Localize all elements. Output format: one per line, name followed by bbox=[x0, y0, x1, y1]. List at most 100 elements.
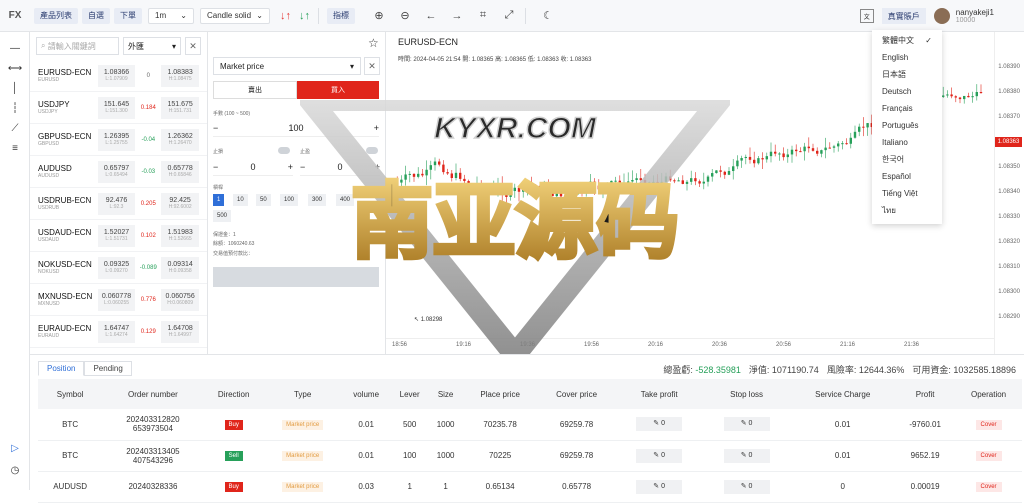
take-profit-stepper[interactable]: − 0 + bbox=[300, 158, 380, 176]
dark-mode-icon[interactable]: ☾ bbox=[540, 8, 556, 24]
search-input[interactable]: ⌕ 請輸入關鍵詞 bbox=[36, 37, 119, 55]
list-item[interactable]: USDJPY USDJPY 151.645 L:151.300 0.184 151.675… bbox=[30, 92, 207, 124]
horizontal-line-icon[interactable]: — bbox=[0, 38, 30, 58]
zoom-in-icon[interactable]: ⊕ bbox=[371, 8, 387, 24]
bid-box[interactable]: 1.08366 L:1.07909 bbox=[97, 64, 136, 87]
list-item[interactable]: GBPUSD-ECN GBPUSD 1.26395 L:1.25755 -0.04 1.2… bbox=[30, 124, 207, 156]
list-item[interactable]: EURAUD-ECN EURAUD 1.64747 L:1.64274 0.129 1.6… bbox=[30, 316, 207, 348]
stop-loss-edit-button[interactable]: ✎ 0 bbox=[723, 448, 770, 463]
bid-box[interactable]: 151.645 L:151.300 bbox=[97, 96, 136, 119]
language-option[interactable]: Deutsch bbox=[872, 83, 942, 100]
lots-stepper[interactable]: − 100 + bbox=[213, 119, 379, 137]
bid-box[interactable]: 0.65797 L:0.65494 bbox=[97, 160, 136, 183]
horizontal-ray-icon[interactable]: ⟷ bbox=[0, 58, 30, 78]
language-option[interactable]: Français bbox=[872, 100, 942, 117]
category-select[interactable]: 外匯 ▾ bbox=[123, 37, 181, 55]
buy-arrows-icon[interactable]: ↓↑ bbox=[299, 10, 310, 22]
favorite-star-icon[interactable]: ☆ bbox=[368, 36, 379, 50]
bid-box[interactable]: 1.64747 L:1.64274 bbox=[97, 320, 136, 343]
language-option[interactable]: Português bbox=[872, 117, 942, 134]
stop-loss-edit-button[interactable]: ✎ 0 bbox=[723, 417, 770, 432]
vertical-line-icon[interactable]: │ bbox=[0, 78, 30, 98]
clear-icon[interactable]: ✕ bbox=[185, 37, 201, 55]
leverage-option[interactable]: 400 bbox=[336, 194, 355, 206]
scroll-left-icon[interactable]: ← bbox=[423, 8, 439, 24]
close-icon[interactable]: ✕ bbox=[364, 57, 380, 75]
tab-position[interactable]: Position bbox=[38, 361, 85, 376]
bid-box[interactable]: 1.52027 L:1.51731 bbox=[97, 224, 136, 247]
leverage-option[interactable]: 100 bbox=[280, 194, 299, 206]
bid-box[interactable]: 0.060778 L:0.060255 bbox=[97, 288, 136, 311]
list-item[interactable]: AUDUSD AUDUSD 0.65797 L:0.65494 -0.03 0.65778… bbox=[30, 156, 207, 188]
ask-box[interactable]: 0.060756 H:0.060809 bbox=[161, 288, 199, 311]
take-profit-edit-button[interactable]: ✎ 0 bbox=[636, 417, 683, 432]
language-option[interactable]: ไทย bbox=[872, 202, 942, 219]
ask-box[interactable]: 0.09314 H:0.09358 bbox=[161, 256, 199, 279]
language-icon[interactable]: 文 bbox=[859, 9, 874, 23]
ask-box[interactable]: 1.08383 H:1.08475 bbox=[161, 64, 199, 87]
take-profit-toggle[interactable] bbox=[366, 147, 378, 154]
buy-tab[interactable]: 買入 bbox=[297, 81, 379, 99]
leverage-option[interactable]: 300 bbox=[308, 194, 327, 206]
language-option[interactable]: 한국어 bbox=[872, 151, 942, 168]
bid-box[interactable]: 92.476 L:92.3 bbox=[97, 192, 136, 215]
real-account-button[interactable]: 真實賬戶 bbox=[881, 8, 926, 24]
cover-button[interactable]: Cover bbox=[975, 451, 1002, 461]
scroll-right-icon[interactable]: → bbox=[449, 8, 465, 24]
interval-select[interactable]: 1m ⌄ bbox=[148, 7, 194, 24]
list-item[interactable]: MXNUSD-ECN MXNUSD 0.060778 L:0.060255 0.776 0… bbox=[30, 284, 207, 316]
list-item[interactable]: USDAUD-ECN USDAUD 1.52027 L:1.51731 0.102 1.5… bbox=[30, 220, 207, 252]
avatar[interactable] bbox=[933, 8, 950, 24]
stop-loss-edit-button[interactable]: ✎ 0 bbox=[723, 479, 770, 494]
tab-pending[interactable]: Pending bbox=[84, 361, 132, 376]
vertical-segment-icon[interactable]: ┆ bbox=[0, 98, 30, 118]
bid-box[interactable]: 1.26395 L:1.25755 bbox=[97, 128, 136, 151]
list-item[interactable]: EURUSD-ECN EURUSD 1.08366 L:1.07909 0 1.08383… bbox=[30, 60, 207, 92]
plus-icon[interactable]: + bbox=[374, 123, 379, 133]
crop-icon[interactable]: ⌗ bbox=[475, 8, 491, 24]
ask-box[interactable]: 151.675 H:151.731 bbox=[161, 96, 199, 119]
self-select-button[interactable]: 自選 bbox=[82, 7, 110, 24]
language-option[interactable]: Italiano bbox=[872, 134, 942, 151]
trend-line-icon[interactable]: ⟋ bbox=[0, 118, 30, 138]
product-list-button[interactable]: 產品列表 bbox=[34, 7, 78, 24]
list-item[interactable]: NOKUSD-ECN NOKUSD 0.09325 L:0.09270 -0.089 0.… bbox=[30, 252, 207, 284]
minus-icon[interactable]: − bbox=[213, 162, 218, 172]
plus-icon[interactable]: + bbox=[288, 162, 293, 172]
minus-icon[interactable]: − bbox=[213, 123, 218, 133]
bid-box[interactable]: 0.09325 L:0.09270 bbox=[97, 256, 136, 279]
clock-icon[interactable]: ◷ bbox=[0, 460, 30, 480]
take-profit-edit-button[interactable]: ✎ 0 bbox=[636, 448, 683, 463]
leverage-option[interactable]: 500 bbox=[213, 210, 232, 222]
cover-button[interactable]: Cover bbox=[975, 482, 1002, 492]
take-profit-edit-button[interactable]: ✎ 0 bbox=[636, 479, 683, 494]
ask-box[interactable]: 0.65778 H:0.65846 bbox=[161, 160, 199, 183]
ask-box[interactable]: 92.425 H:92.6002 bbox=[161, 192, 199, 215]
zoom-out-icon[interactable]: ⊖ bbox=[397, 8, 413, 24]
cover-button[interactable]: Cover bbox=[975, 419, 1002, 430]
list-item[interactable]: USDRUB-ECN USDRUB 92.476 L:92.3 0.205 92.425 H… bbox=[30, 188, 207, 220]
language-option[interactable]: 繁體中文 ✓ bbox=[872, 32, 942, 49]
play-icon[interactable]: ▷ bbox=[0, 438, 30, 458]
language-option[interactable]: 日本語 bbox=[872, 66, 942, 83]
sell-tab[interactable]: 賣出 bbox=[213, 81, 297, 99]
language-option[interactable]: Tiếng Việt bbox=[872, 185, 942, 202]
ask-box[interactable]: 1.26362 H:1.26470 bbox=[161, 128, 199, 151]
plus-icon[interactable]: + bbox=[375, 162, 380, 172]
leverage-option[interactable]: 1 bbox=[213, 194, 225, 206]
candle-type-select[interactable]: Candle solid ⌄ bbox=[200, 7, 270, 24]
fullscreen-icon[interactable]: ⤢ bbox=[501, 8, 517, 24]
ask-box[interactable]: 1.64708 H:1.64997 bbox=[161, 320, 199, 343]
submit-order-button[interactable] bbox=[213, 267, 379, 287]
place-order-button[interactable]: 下單 bbox=[114, 7, 142, 24]
indicator-button[interactable]: 指標 bbox=[327, 7, 355, 24]
language-option[interactable]: English bbox=[872, 49, 942, 66]
language-option[interactable]: Español bbox=[872, 168, 942, 185]
menu-icon[interactable]: ≡ bbox=[0, 138, 30, 158]
order-type-select[interactable]: Market price ▾ bbox=[213, 57, 361, 75]
minus-icon[interactable]: − bbox=[300, 162, 305, 172]
stop-loss-stepper[interactable]: − 0 + bbox=[213, 158, 293, 176]
sell-arrows-icon[interactable]: ↓↑ bbox=[280, 10, 291, 22]
ask-box[interactable]: 1.51983 H:1.52665 bbox=[161, 224, 199, 247]
leverage-option[interactable]: 10 bbox=[233, 194, 248, 206]
